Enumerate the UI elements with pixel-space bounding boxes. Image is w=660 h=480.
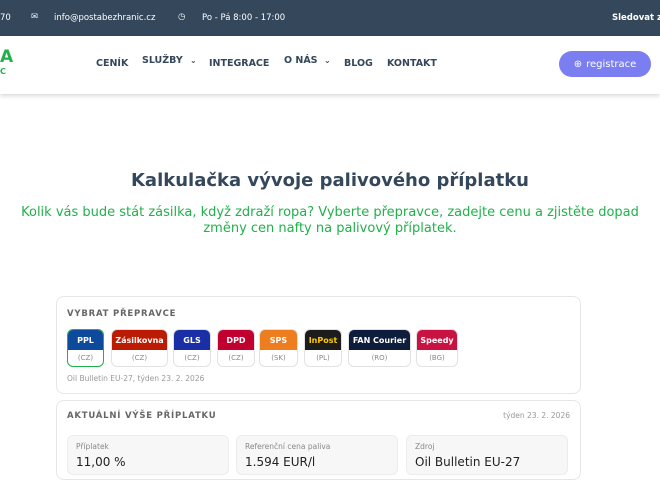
nav-kontakt[interactable]: KONTAKT [387, 58, 437, 69]
main-nav: AC CENÍK SLUŽBY ⌄ INTEGRACE O NÁS ⌄ BLOG K… [0, 36, 660, 94]
track-link[interactable]: Sledovat zá [612, 13, 660, 23]
carrier-ppl[interactable]: PPL (CZ) [67, 329, 104, 367]
carrier-country: (PL) [316, 354, 330, 362]
arrow-circle-icon: ⊕ [573, 58, 583, 70]
carrier-country: (BG) [429, 354, 445, 362]
email-link[interactable]: info@postabezhranic.cz [54, 13, 155, 23]
chevron-down-icon: ⌄ [190, 56, 197, 65]
carrier-name: DPD [218, 330, 254, 350]
phone-text[interactable]: 70 [0, 13, 11, 23]
carrier-label: VYBRAT PŘEPRAVCE [67, 309, 177, 319]
register-button[interactable]: ⊕ registrace [559, 51, 651, 77]
nav-cenik[interactable]: CENÍK [96, 58, 128, 69]
carrier-country: (CZ) [228, 354, 244, 362]
carrier-name: GLS [174, 330, 210, 350]
carrier-inpost[interactable]: InPost (PL) [304, 329, 342, 367]
carrier-select-card: VYBRAT PŘEPRAVCE PPL (CZ) Zásilkovna (CZ) GL… [56, 296, 581, 394]
carrier-fan-courier[interactable]: FAN Courier (RO) [348, 329, 411, 367]
logo[interactable]: AC [0, 47, 13, 76]
carrier-name: Zásilkovna [112, 330, 167, 350]
carrier-dpd[interactable]: DPD (CZ) [217, 329, 255, 367]
nav-integrace[interactable]: INTEGRACE [209, 58, 269, 69]
carrier-country: (RO) [371, 354, 388, 362]
top-bar: 70 ✉ info@postabezhranic.cz ◷ Po - Pá 8:… [0, 0, 660, 36]
carrier-country: (SK) [271, 354, 286, 362]
carrier-country: (CZ) [77, 354, 94, 362]
current-label: AKTUÁLNÍ VÝŠE PŘÍPLATKU [67, 411, 217, 421]
reference-price-box: Referenční cena paliva 1.594 EUR/l [236, 435, 398, 475]
carrier-name: FAN Courier [349, 330, 410, 350]
carrier-zásilkovna[interactable]: Zásilkovna (CZ) [111, 329, 168, 367]
carrier-name: SPS [260, 330, 297, 350]
carrier-sps[interactable]: SPS (SK) [259, 329, 298, 367]
nav-o-nas[interactable]: O NÁS [284, 55, 318, 66]
carrier-gls[interactable]: GLS (CZ) [173, 329, 211, 367]
page-title: Kalkulačka vývoje palivového příplatku [130, 170, 529, 191]
carrier-name: Speedy [417, 330, 457, 350]
hours-text: Po - Pá 8:00 - 17:00 [202, 13, 286, 23]
carrier-speedy[interactable]: Speedy (BG) [416, 329, 458, 367]
carrier-country: (CZ) [131, 354, 148, 362]
source-box: Zdroj Oil Bulletin EU-27 [406, 435, 568, 475]
source-note: Oil Bulletin EU-27, týden 23. 2. 2026 [67, 374, 205, 383]
surcharge-box: Příplatek 11,00 % [67, 435, 229, 475]
mail-icon: ✉ [31, 12, 39, 22]
page-subtitle: Kolik vás bude stát zásilka, když zdraží… [21, 205, 639, 236]
carrier-country: (CZ) [184, 354, 200, 362]
clock-icon: ◷ [178, 12, 186, 22]
chevron-down-icon: ⌄ [324, 56, 331, 65]
carrier-name: InPost [305, 330, 341, 350]
nav-sluzby[interactable]: SLUŽBY [142, 55, 183, 66]
week-text: týden 23. 2. 2026 [503, 411, 570, 420]
nav-blog[interactable]: BLOG [344, 58, 373, 69]
carrier-name: PPL [68, 330, 103, 350]
current-surcharge-card: AKTUÁLNÍ VÝŠE PŘÍPLATKU týden 23. 2. 202… [56, 400, 581, 480]
